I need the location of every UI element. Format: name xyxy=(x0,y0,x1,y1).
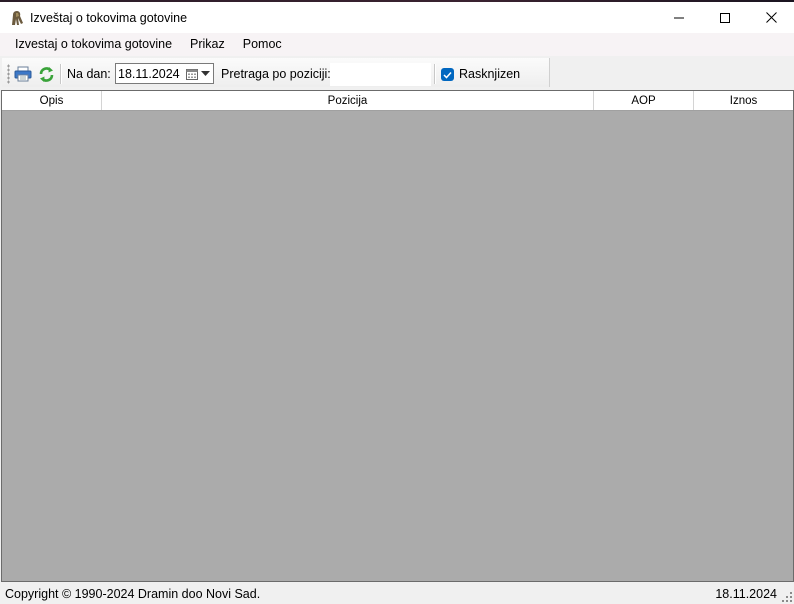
rasknjizen-checkbox[interactable] xyxy=(441,68,454,81)
minimize-icon xyxy=(674,17,684,18)
date-picker[interactable]: 18.11.2024 xyxy=(115,63,214,84)
toolbar-separator xyxy=(60,64,61,84)
toolbar-separator-2 xyxy=(434,64,435,84)
grid-header: Opis Pozicija AOP Iznos xyxy=(2,91,793,111)
chevron-down-icon[interactable] xyxy=(199,71,211,76)
column-header-opis[interactable]: Opis xyxy=(2,91,102,110)
status-bar: Copyright © 1990-2024 Dramin doo Novi Sa… xyxy=(0,583,794,604)
toolbar: Na dan: 18.11.2024 Pretraga po poziciji:… xyxy=(0,56,794,89)
printer-icon xyxy=(14,66,32,82)
title-bar[interactable]: Izveštaj o tokovima gotovine xyxy=(0,2,794,33)
calendar-icon[interactable] xyxy=(186,68,198,80)
window-controls xyxy=(656,2,794,33)
search-input[interactable] xyxy=(330,63,431,86)
checkmark-icon xyxy=(443,71,452,79)
status-date: 18.11.2024 xyxy=(715,587,777,601)
minimize-button[interactable] xyxy=(656,2,702,33)
rasknjizen-label[interactable]: Rasknjizen xyxy=(459,67,520,81)
refresh-button[interactable] xyxy=(35,63,57,85)
column-header-aop[interactable]: AOP xyxy=(594,91,694,110)
column-header-iznos[interactable]: Iznos xyxy=(694,91,793,110)
search-label: Pretraga po poziciji: xyxy=(221,67,331,81)
dramin-app-icon xyxy=(9,10,25,26)
copyright-text: Copyright © 1990-2024 Dramin doo Novi Sa… xyxy=(5,587,261,601)
close-button[interactable] xyxy=(748,2,794,33)
menu-pomoc[interactable]: Pomoc xyxy=(234,33,291,56)
toolbar-grip[interactable] xyxy=(7,64,10,84)
app-window: Izveštaj o tokovima gotovine Izvestaj o … xyxy=(0,0,794,604)
refresh-icon xyxy=(39,66,53,82)
menu-prikaz[interactable]: Prikaz xyxy=(181,33,234,56)
date-label: Na dan: xyxy=(67,67,111,81)
print-button[interactable] xyxy=(12,63,34,85)
toolbar-strip: Na dan: 18.11.2024 Pretraga po poziciji:… xyxy=(2,58,550,87)
menu-izvestaj[interactable]: Izvestaj o tokovima gotovine xyxy=(6,33,181,56)
window-title: Izveštaj o tokovima gotovine xyxy=(30,10,188,25)
maximize-button[interactable] xyxy=(702,2,748,33)
column-header-pozicija[interactable]: Pozicija xyxy=(102,91,594,110)
date-value[interactable]: 18.11.2024 xyxy=(116,67,186,81)
data-grid[interactable]: Opis Pozicija AOP Iznos xyxy=(1,90,794,582)
maximize-icon xyxy=(720,12,730,23)
close-icon xyxy=(765,12,777,23)
menu-bar: Izvestaj o tokovima gotovine Prikaz Pomo… xyxy=(0,33,794,56)
resize-grip-icon[interactable] xyxy=(782,592,792,602)
